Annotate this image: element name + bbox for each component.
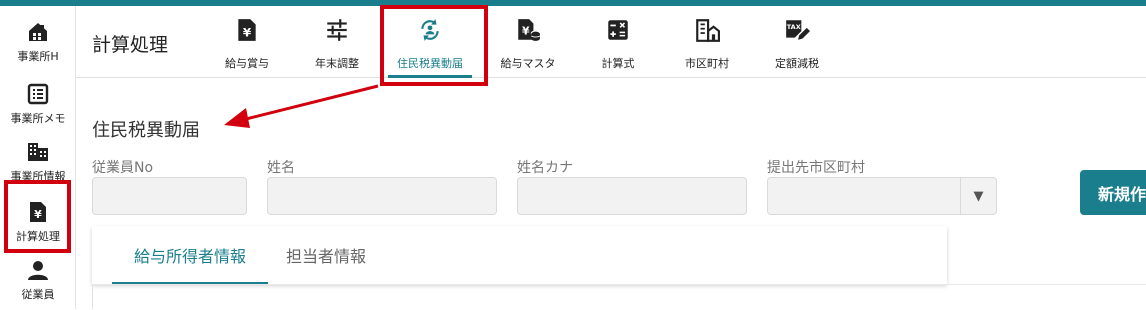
employee-no-field[interactable] [92, 177, 247, 215]
subtab-panel: 給与所得者情報 担当者情報 [92, 226, 947, 284]
office-building-icon [28, 143, 48, 161]
tab-fixed-tax-reduction[interactable]: TAX 定額減税 [770, 6, 824, 77]
svg-text:¥: ¥ [522, 24, 530, 37]
tab-label: 市区町村 [685, 57, 729, 70]
sidebar-item-label: 従業員 [21, 288, 55, 301]
subtab-label: 担当者情報 [286, 247, 367, 266]
yen-database-icon: ¥ [518, 19, 541, 41]
tab-label: 計算式 [601, 57, 635, 70]
building-home-icon [29, 23, 47, 41]
svg-text:TAX: TAX [787, 23, 801, 31]
tab-municipality[interactable]: 市区町村 [681, 6, 733, 77]
sidebar-item-label: 事業所H [17, 50, 59, 63]
sidebar-highlight-box [4, 180, 71, 253]
new-create-button[interactable]: 新規作 [1080, 170, 1146, 215]
page-title: 住民税異動届 [92, 120, 200, 141]
employee-no-label: 従業員No [92, 160, 154, 176]
tab-salary-bonus[interactable]: ¥ 給与賞与 [220, 6, 274, 77]
calculator-icon [608, 20, 628, 40]
sidebar-item-office-memo[interactable]: 事業所メモ [0, 76, 76, 134]
yen-document-icon: ¥ [238, 19, 256, 41]
city-building-icon [696, 19, 720, 42]
tab-label: 年末調整 [315, 57, 359, 70]
sidebar-item-label: 事業所メモ [10, 112, 66, 125]
subtab-contact-person-info[interactable]: 担当者情報 [286, 226, 366, 284]
municipality-label: 提出先市区町村 [767, 160, 865, 176]
sidebar-item-employees[interactable]: 従業員 [0, 252, 76, 310]
tab-label: 給与賞与 [225, 57, 269, 70]
name-kana-field[interactable] [517, 177, 747, 215]
sliders-icon [327, 19, 347, 41]
svg-text:¥: ¥ [243, 26, 252, 40]
person-icon [28, 261, 48, 280]
sidebar: 事業所H 事業所メモ 事業所情報 ¥ 計算処理 従業員 [0, 6, 76, 309]
municipality-select[interactable]: ▼ [767, 177, 997, 215]
name-kana-label: 姓名カナ [517, 160, 573, 176]
tab-year-end-adjustment[interactable]: 年末調整 [310, 6, 364, 77]
name-field[interactable] [267, 177, 497, 215]
subtab-salary-earner-info[interactable]: 給与所得者情報 [112, 226, 268, 284]
tax-edit-icon: TAX [786, 20, 810, 40]
tab-salary-master[interactable]: ¥ 給与マスタ [496, 6, 560, 77]
page-section-title: 計算処理 [92, 34, 169, 56]
tab-label: 給与マスタ [500, 57, 556, 70]
tab-formula[interactable]: 計算式 [593, 6, 643, 77]
content-area [92, 284, 1146, 309]
tab-label: 定額減税 [775, 57, 819, 70]
annotation-arrow [224, 84, 379, 128]
chevron-down-icon[interactable]: ▼ [960, 178, 996, 214]
sidebar-item-office-home[interactable]: 事業所H [0, 14, 76, 72]
tab-highlight-box [380, 5, 488, 86]
name-label: 姓名 [267, 160, 295, 176]
memo-list-icon [27, 83, 49, 105]
header: 計算処理 ¥ 給与賞与 年末調整 住民税異動届 ¥ 給与マスタ 計算式 市区町村… [76, 6, 1146, 78]
subtab-label: 給与所得者情報 [133, 247, 246, 266]
